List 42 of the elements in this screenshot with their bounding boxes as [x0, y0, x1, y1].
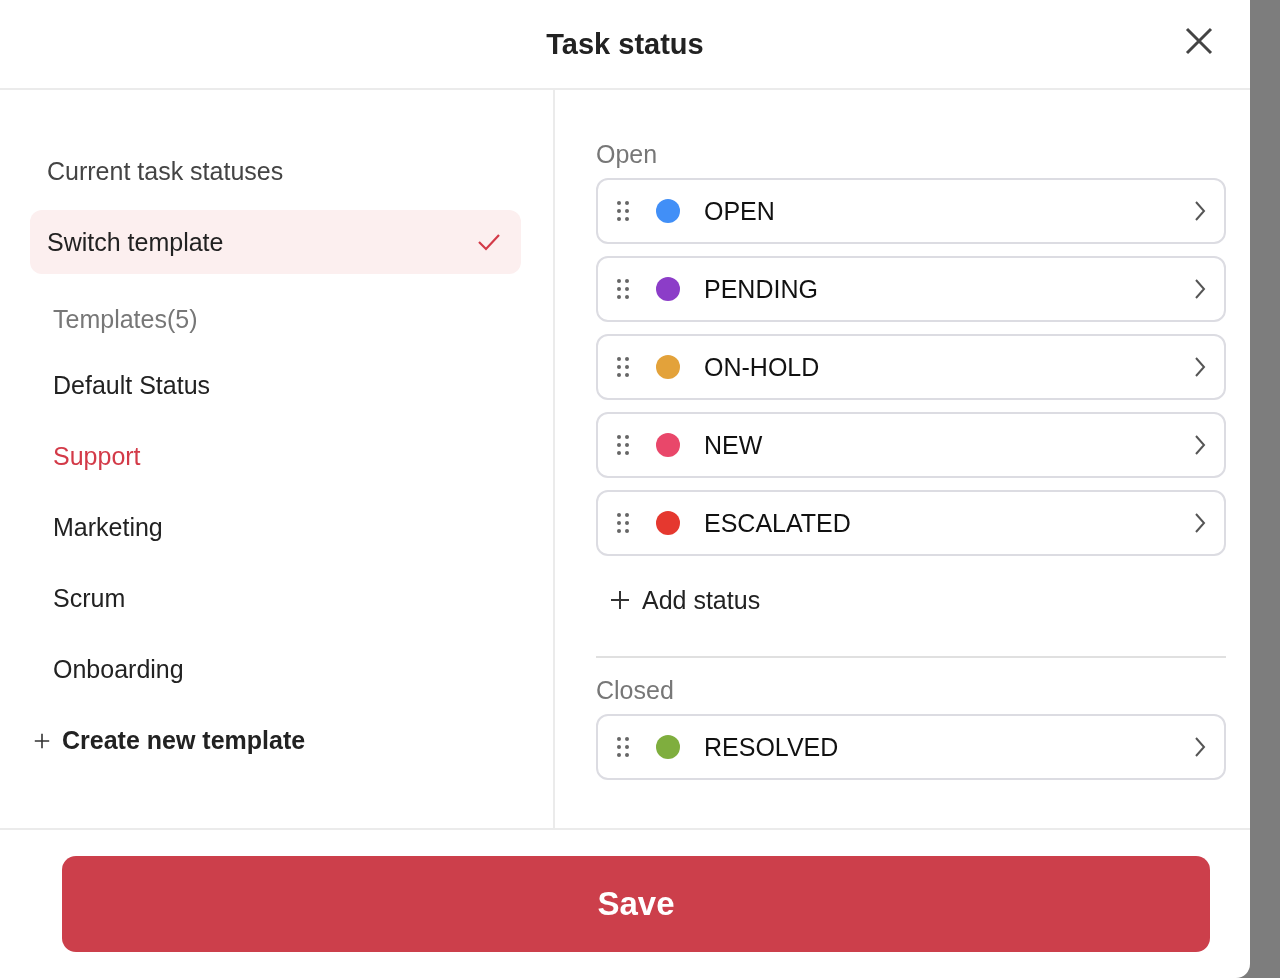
status-label: ESCALATED — [704, 508, 852, 538]
status-row[interactable]: PENDING — [596, 256, 1226, 322]
drag-handle-icon[interactable] — [616, 512, 630, 534]
template-item[interactable]: Support — [30, 421, 141, 492]
group-title: Closed — [596, 674, 675, 706]
status-label: PENDING — [704, 274, 819, 304]
group-title: Open — [596, 138, 659, 170]
dialog-title: Task status — [546, 27, 704, 61]
status-label: NEW — [704, 430, 764, 460]
template-item[interactable]: Onboarding — [30, 634, 184, 705]
chevron-right-icon[interactable] — [1194, 278, 1206, 300]
template-item[interactable]: Default Status — [30, 350, 211, 421]
drag-handle-icon[interactable] — [616, 278, 630, 300]
switch-template-item[interactable]: Switch template — [30, 210, 521, 274]
status-label: ON-HOLD — [704, 352, 821, 382]
create-template-button[interactable]: Create new template — [30, 705, 306, 776]
add-status-button[interactable]: Add status — [596, 568, 761, 632]
drag-handle-icon[interactable] — [616, 200, 630, 222]
save-button[interactable]: Save — [62, 856, 1210, 952]
template-item[interactable]: Scrum — [30, 563, 126, 634]
plus-icon — [610, 590, 630, 610]
drag-handle-icon[interactable] — [616, 434, 630, 456]
section-heading: Current task statuses — [46, 155, 285, 187]
close-icon[interactable] — [1185, 27, 1213, 55]
plus-icon — [34, 732, 50, 749]
chevron-right-icon[interactable] — [1194, 434, 1206, 456]
status-row[interactable]: NEW — [596, 412, 1226, 478]
templates-label: Templates(5) — [52, 303, 199, 335]
status-label: OPEN — [704, 196, 776, 226]
chevron-right-icon[interactable] — [1194, 200, 1206, 222]
status-row[interactable]: RESOLVED — [596, 714, 1226, 780]
status-row[interactable]: OPEN — [596, 178, 1226, 244]
check-icon — [477, 233, 501, 251]
drag-handle-icon[interactable] — [616, 736, 630, 758]
template-item[interactable]: Marketing — [30, 492, 163, 563]
status-row[interactable]: ESCALATED — [596, 490, 1226, 556]
drag-handle-icon[interactable] — [616, 356, 630, 378]
status-row[interactable]: ON-HOLD — [596, 334, 1226, 400]
chevron-right-icon[interactable] — [1194, 512, 1206, 534]
chevron-right-icon[interactable] — [1194, 356, 1206, 378]
chevron-right-icon[interactable] — [1194, 736, 1206, 758]
status-label: RESOLVED — [704, 732, 840, 762]
